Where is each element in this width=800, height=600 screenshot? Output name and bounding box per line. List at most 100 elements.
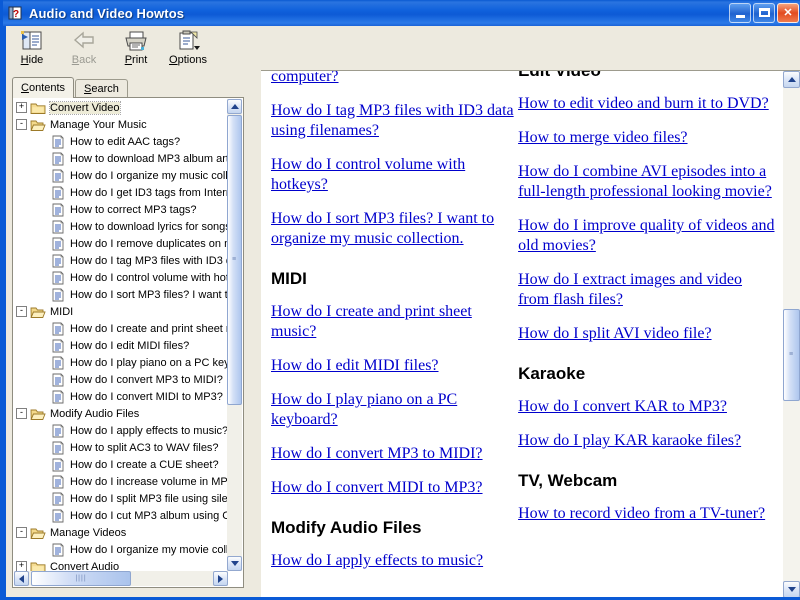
tree-item-topic[interactable]: How do I play piano on a PC keyboard? (14, 354, 228, 371)
tree-item-topic[interactable]: How do I sort MP3 files? I want to organ… (14, 286, 228, 303)
collapse-icon[interactable]: - (16, 527, 27, 538)
printer-icon (121, 29, 151, 53)
topic-link[interactable]: How do I edit MIDI files? (271, 356, 514, 376)
topic-link[interactable]: How do I combine AVI episodes into a ful… (518, 162, 775, 202)
tree-scroll-down-button[interactable] (227, 556, 242, 571)
tree-item-topic[interactable]: How to correct MP3 tags? (14, 201, 228, 218)
tree-item-topic[interactable]: How do I remove duplicates on my compute… (14, 235, 228, 252)
tree-scroll-up-button[interactable] (227, 99, 242, 114)
topic-link[interactable]: How do I convert MP3 to MIDI? (271, 444, 514, 464)
tree-item-folder[interactable]: - Manage Videos (14, 524, 228, 541)
thumb-grip-icon: ≡ (788, 351, 795, 358)
tree-item-topic[interactable]: How do I split MP3 file using silence? (14, 490, 228, 507)
tree-item-folder[interactable]: - Manage Your Music (14, 116, 228, 133)
print-button[interactable]: Print (110, 27, 162, 69)
tree-item-label: How do I sort MP3 files? I want to organ… (70, 288, 228, 301)
content-vertical-scrollbar[interactable]: ≡ (783, 71, 800, 597)
tree-item-label: How do I tag MP3 files with ID3 data? (70, 254, 228, 267)
tree-item-folder[interactable]: - Modify Audio Files (14, 405, 228, 422)
expand-icon[interactable]: + (16, 561, 27, 571)
tree-item-label: Convert Video (49, 100, 121, 115)
tree-item-topic[interactable]: How do I apply effects to music? (14, 422, 228, 439)
tree-vertical-scrollbar[interactable]: ≡ (227, 99, 242, 571)
page-icon (50, 321, 66, 336)
topic-link[interactable]: How do I play KAR karaoke files? (518, 431, 775, 451)
tree-scroll-right-button[interactable] (213, 571, 228, 586)
maximize-button[interactable] (753, 3, 775, 23)
tree-hscroll-thumb[interactable]: |||| (31, 571, 131, 586)
page-icon (50, 202, 66, 217)
topic-link[interactable]: How do I tag MP3 files with ID3 data usi… (271, 101, 514, 141)
hide-button[interactable]: Hide (6, 27, 58, 69)
tab-contents[interactable]: Contents (12, 77, 75, 98)
tree-item-topic[interactable]: How to download lyrics for songs? (14, 218, 228, 235)
chevron-down-icon (230, 561, 239, 566)
tree-item-topic[interactable]: How do I create a CUE sheet? (14, 456, 228, 473)
pane-splitter[interactable] (251, 70, 261, 597)
topic-link[interactable]: How do I control volume with hotkeys? (271, 155, 514, 195)
tree-item-folder[interactable]: + Convert Audio (14, 558, 228, 571)
tree-item-label: How do I convert MIDI to MP3? (70, 390, 223, 403)
tree-scroll-left-button[interactable] (14, 571, 29, 586)
content-scroll-down-button[interactable] (783, 581, 800, 597)
topic-link[interactable]: How do I extract images and video from f… (518, 270, 775, 310)
tree-item-topic[interactable]: How do I organize my movie collection? (14, 541, 228, 558)
tree-item-topic[interactable]: How do I get ID3 tags from Internet? (14, 184, 228, 201)
tree-item-label: How to download MP3 album art? (70, 152, 228, 165)
tree-item-folder[interactable]: - MIDI (14, 303, 228, 320)
tree-item-topic[interactable]: How do I organize my music collection? (14, 167, 228, 184)
topic-link[interactable]: How do I convert MIDI to MP3? (271, 478, 514, 498)
options-button-label: Options (169, 54, 207, 66)
expand-icon[interactable]: + (16, 102, 27, 113)
tree-item-topic[interactable]: How do I convert MIDI to MP3? (14, 388, 228, 405)
back-button-label: Back (71, 54, 97, 66)
topic-link[interactable]: How do I remove duplicates on my compute… (271, 71, 514, 87)
content-scroll-up-button[interactable] (783, 71, 800, 88)
tab-search[interactable]: Search (75, 79, 128, 98)
contents-tree[interactable]: + Convert Video - Manage Your Music How to e… (12, 97, 244, 588)
close-button[interactable]: ✕ (777, 3, 799, 23)
page-icon (50, 389, 66, 404)
minimize-button[interactable] (729, 3, 751, 23)
topic-link[interactable]: How to merge video files? (518, 128, 775, 148)
topic-link[interactable]: How do I create and print sheet music? (271, 302, 514, 342)
topic-link[interactable]: How do I convert KAR to MP3? (518, 397, 775, 417)
title-bar: ? Audio and Video Howtos ✕ (3, 0, 800, 26)
topic-link[interactable]: How to edit video and burn it to DVD? (518, 94, 775, 114)
tree-item-topic[interactable]: How to split AC3 to WAV files? (14, 439, 228, 456)
tree-item-topic[interactable]: How do I create and print sheet music? (14, 320, 228, 337)
help-window: ? Audio and Video Howtos ✕ Hide Back Pri… (0, 0, 800, 600)
tree-item-topic[interactable]: How do I increase volume in MP3? (14, 473, 228, 490)
topic-link[interactable]: How do I sort MP3 files? I want to organ… (271, 209, 514, 249)
options-button[interactable]: Options (162, 27, 214, 69)
tree-item-label: How do I increase volume in MP3? (70, 475, 228, 488)
tree-item-topic[interactable]: How to download MP3 album art? (14, 150, 228, 167)
collapse-icon[interactable]: - (16, 408, 27, 419)
tree-scroll-thumb[interactable]: ≡ (227, 115, 242, 405)
tree-item-topic[interactable]: How do I tag MP3 files with ID3 data? (14, 252, 228, 269)
collapse-icon[interactable]: - (16, 306, 27, 317)
collapse-icon[interactable]: - (16, 119, 27, 130)
tree-item-topic[interactable]: How do I cut MP3 album using CUE? (14, 507, 228, 524)
topic-link[interactable]: How do I split AVI video file? (518, 324, 775, 344)
content-scroll-thumb[interactable]: ≡ (783, 309, 800, 401)
hide-pane-icon (17, 29, 47, 53)
topic-link[interactable]: How do I improve quality of videos and o… (518, 216, 775, 256)
tree-item-topic[interactable]: How do I control volume with hotkeys? (14, 269, 228, 286)
topic-link[interactable]: How do I apply effects to music? (271, 551, 514, 571)
back-button[interactable]: Back (58, 27, 110, 69)
tree-item-topic[interactable]: How do I edit MIDI files? (14, 337, 228, 354)
page-icon (50, 168, 66, 183)
topic-link[interactable]: How do I play piano on a PC keyboard? (271, 390, 514, 430)
topic-link[interactable]: How to record video from a TV-tuner? (518, 504, 775, 524)
section-heading: TV, Webcam (518, 471, 618, 490)
tree-item-topic[interactable]: How do I convert MP3 to MIDI? (14, 371, 228, 388)
tree-item-label: How do I split MP3 file using silence? (70, 492, 228, 505)
tree-horizontal-scrollbar[interactable]: |||| (14, 571, 228, 586)
tree-item-folder[interactable]: + Convert Video (14, 99, 228, 116)
tree-item-topic[interactable]: How to edit AAC tags? (14, 133, 228, 150)
